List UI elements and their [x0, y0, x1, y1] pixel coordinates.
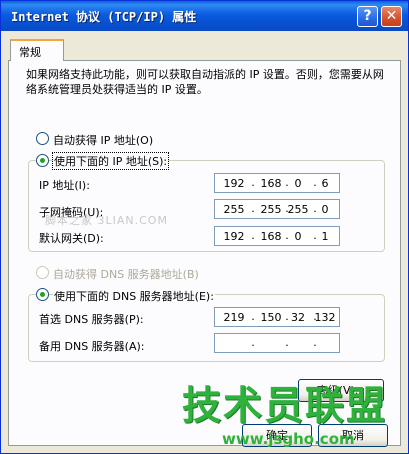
- manual-ip-label[interactable]: 使用下面的 IP 地址(S):: [51, 152, 170, 170]
- auto-ip-radio[interactable]: [36, 132, 49, 145]
- default-gateway-label: 默认网关(D):: [39, 232, 104, 245]
- preferred-dns-label: 首选 DNS 服务器(P):: [39, 313, 144, 326]
- octet: 132: [314, 311, 336, 324]
- default-gateway-input[interactable]: 192 . 168 . 0 . 1: [214, 226, 340, 246]
- octet: 0: [321, 203, 329, 216]
- octet-separator: .: [313, 336, 317, 349]
- auto-dns-radio[interactable]: [36, 266, 49, 279]
- octet: 6: [321, 177, 329, 190]
- manual-ip-radio[interactable]: [36, 154, 49, 167]
- octet-separator: .: [251, 176, 255, 189]
- octet-separator: .: [251, 202, 255, 215]
- brand-url: www.jsgho.com: [222, 430, 355, 448]
- help-button[interactable]: ?: [357, 6, 378, 27]
- description-text: 如果网络支持此功能，则可以获取自动指派的 IP 设置。否则，您需要从网络系统管理…: [26, 68, 384, 96]
- octet: 192: [223, 177, 245, 190]
- octet: 192: [223, 230, 245, 243]
- ip-address-label: IP 地址(I):: [39, 179, 90, 192]
- octet: 255: [223, 203, 245, 216]
- auto-dns-label[interactable]: 自动获得 DNS 服务器地址(B): [53, 266, 199, 282]
- brand-logo: 技术员联盟: [182, 384, 388, 429]
- title-bar[interactable]: Internet 协议 (TCP/IP) 属性 ? ✕: [1, 1, 408, 31]
- octet: 255: [260, 203, 282, 216]
- octet: 219: [223, 311, 245, 324]
- auto-ip-label[interactable]: 自动获得 IP 地址(O): [53, 132, 153, 148]
- octet: 1: [321, 230, 329, 243]
- octet: 150: [260, 311, 282, 324]
- help-icon: ?: [363, 8, 372, 24]
- octet: 255: [287, 203, 309, 216]
- subnet-mask-input[interactable]: 255 . 255 . 255 . 0: [214, 199, 340, 219]
- octet: 0: [294, 177, 302, 190]
- close-button[interactable]: ✕: [381, 6, 402, 27]
- octet: 168: [260, 230, 282, 243]
- manual-dns-label[interactable]: 使用下面的 DNS 服务器地址(E):: [53, 288, 215, 304]
- tcpip-properties-dialog: Internet 协议 (TCP/IP) 属性 ? ✕ 常规 如果网络支持此功能…: [0, 0, 409, 454]
- watermark-text: 脚本之家 3LIAN.COM: [45, 214, 168, 227]
- octet: 168: [260, 177, 282, 190]
- octet-separator: .: [285, 336, 289, 349]
- close-icon: ✕: [385, 8, 398, 24]
- octet: 32: [291, 311, 305, 324]
- tab-general[interactable]: 常规: [10, 39, 64, 61]
- manual-dns-radio[interactable]: [36, 288, 49, 301]
- octet-separator: .: [251, 229, 255, 242]
- octet-separator: .: [251, 336, 255, 349]
- alternate-dns-label: 备用 DNS 服务器(A):: [39, 340, 145, 353]
- alternate-dns-input[interactable]: . . .: [214, 333, 340, 353]
- ip-address-input[interactable]: 192 . 168 . 0 . 6: [214, 173, 340, 193]
- octet: 0: [294, 230, 302, 243]
- window-title: Internet 协议 (TCP/IP) 属性: [11, 10, 197, 24]
- octet-separator: .: [251, 310, 255, 323]
- preferred-dns-input[interactable]: 219 . 150 . 32 . 132: [214, 307, 340, 327]
- tab-general-label: 常规: [19, 46, 41, 59]
